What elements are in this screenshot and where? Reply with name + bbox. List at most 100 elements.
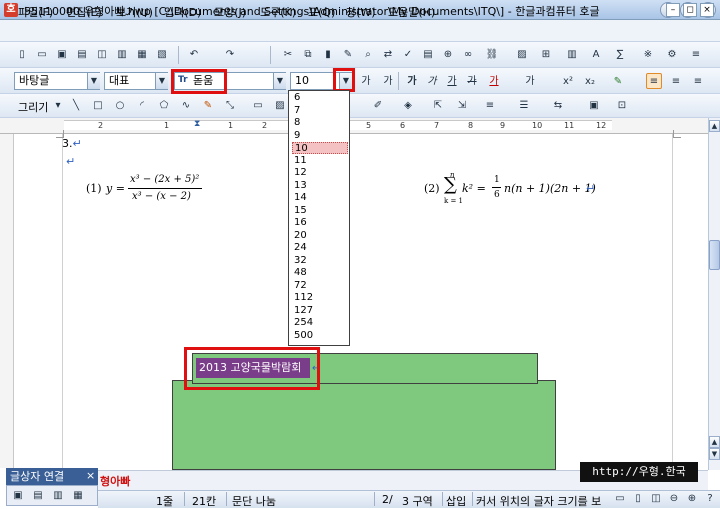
green-rectangle-shape[interactable] xyxy=(172,380,556,470)
size-option[interactable]: 72 xyxy=(292,280,348,292)
size-option[interactable]: 8 xyxy=(292,117,348,129)
view-web-icon[interactable]: ◫ xyxy=(648,491,664,507)
zoom-in-icon[interactable]: ⊕ xyxy=(684,491,700,507)
subscript-icon[interactable]: x₂ xyxy=(582,74,598,90)
size-option[interactable]: 500 xyxy=(292,330,348,342)
symbol-icon[interactable]: ※ xyxy=(640,47,656,63)
open-folder-icon[interactable]: ▭ xyxy=(34,47,50,63)
status-insert-mode[interactable]: 삽입 xyxy=(446,493,466,509)
size-option[interactable]: 13 xyxy=(292,180,348,192)
font-color-button[interactable]: 가 xyxy=(486,74,502,90)
size-option[interactable]: 6 xyxy=(292,92,348,104)
draw-dropdown-icon[interactable]: ▾ xyxy=(50,98,66,114)
size-option[interactable]: 9 xyxy=(292,130,348,142)
menu-tools[interactable]: 도구(K) xyxy=(260,4,296,20)
picture-icon[interactable]: ▨ xyxy=(514,47,530,63)
style-dropdown-arrow-icon[interactable]: ▼ xyxy=(87,73,100,89)
arc-tool-icon[interactable]: ◜ xyxy=(134,98,150,114)
next-page-icon[interactable]: ▼ xyxy=(709,448,720,460)
undo-icon[interactable]: ↶ xyxy=(186,47,202,63)
ellipse-tool-icon[interactable]: ○ xyxy=(112,98,128,114)
save-icon[interactable]: ▣ xyxy=(54,47,70,63)
pen-tool-icon[interactable]: ✎ xyxy=(200,98,216,114)
textbox-icon[interactable]: A xyxy=(588,47,604,63)
menu-table[interactable]: 표(Q) xyxy=(308,4,335,20)
doc-restore-icon[interactable]: ◻ xyxy=(683,3,697,17)
language-dropdown-arrow-icon[interactable]: ▼ xyxy=(155,73,168,89)
superscript-icon[interactable]: x² xyxy=(560,74,576,90)
grow-font-icon[interactable]: 가 xyxy=(358,74,374,90)
prev-textbox-icon[interactable]: ▦ xyxy=(70,488,86,504)
menu-edit[interactable]: 편집(E) xyxy=(66,4,102,20)
status-help-icon[interactable]: ? xyxy=(702,491,718,507)
polygon-tool-icon[interactable]: ⬠ xyxy=(156,98,172,114)
redo-icon[interactable]: ↷ xyxy=(222,47,238,63)
equation-icon[interactable]: ∑ xyxy=(612,47,628,63)
size-option[interactable]: 12 xyxy=(292,167,348,179)
menu-insert[interactable]: 입력(D) xyxy=(164,4,201,20)
link-textbox-icon[interactable]: ▣ xyxy=(10,488,26,504)
align-left-icon[interactable]: ≡ xyxy=(668,74,684,90)
line-style-icon[interactable]: ≡ xyxy=(482,98,498,114)
view-normal-icon[interactable]: ▭ xyxy=(612,491,628,507)
curve-tool-icon[interactable]: ∿ xyxy=(178,98,194,114)
unlink-textbox-icon[interactable]: ▤ xyxy=(30,488,46,504)
next-textbox-icon[interactable]: ▥ xyxy=(50,488,66,504)
scroll-thumb[interactable] xyxy=(709,240,720,270)
bring-front-icon[interactable]: ⇱ xyxy=(430,98,446,114)
print-icon[interactable]: ▤ xyxy=(74,47,90,63)
prev-page-icon[interactable]: ▲ xyxy=(709,436,720,448)
italic-button[interactable]: 가 xyxy=(424,74,440,90)
paste-icon[interactable]: ▮ xyxy=(320,47,336,63)
layout-icon[interactable]: ▦ xyxy=(134,47,150,63)
page-setup-icon[interactable]: ▥ xyxy=(114,47,130,63)
shadow-icon[interactable]: ▣ xyxy=(586,98,602,114)
scroll-up-icon[interactable]: ▲ xyxy=(709,120,720,132)
size-option[interactable]: 32 xyxy=(292,255,348,267)
menu-window[interactable]: 창(W) xyxy=(346,4,376,20)
zoom-out-icon[interactable]: ⊖ xyxy=(666,491,682,507)
replace-icon[interactable]: ⇄ xyxy=(380,47,396,63)
bold-button[interactable]: 가 xyxy=(404,74,420,90)
line-tool-icon[interactable]: ╲ xyxy=(68,98,84,114)
arrow-style-icon[interactable]: ⇆ xyxy=(550,98,566,114)
textbox-tool-icon[interactable]: ▭ xyxy=(250,98,266,114)
size-option[interactable]: 127 xyxy=(292,305,348,317)
connector-tool-icon[interactable]: ⤡ xyxy=(222,98,238,114)
size-option[interactable]: 7 xyxy=(292,105,348,117)
size-option[interactable]: 112 xyxy=(292,292,348,304)
spellcheck-icon[interactable]: ✓ xyxy=(400,47,416,63)
group-icon[interactable]: ⊡ xyxy=(614,98,630,114)
shrink-font-icon[interactable]: 가 xyxy=(380,74,396,90)
doc-close-icon[interactable]: × xyxy=(700,3,714,17)
align-justify-icon[interactable]: ≡ xyxy=(646,73,662,89)
hyperlink-icon[interactable]: ⛓ xyxy=(484,47,500,63)
menu-file[interactable]: 파일(F) xyxy=(18,4,53,20)
dictionary-icon[interactable]: ▤ xyxy=(420,47,436,63)
line-color-icon[interactable]: ✐ xyxy=(370,98,386,114)
view-page-icon[interactable]: ▯ xyxy=(630,491,646,507)
options-icon[interactable]: ⚙ xyxy=(664,47,680,63)
size-option[interactable]: 15 xyxy=(292,205,348,217)
font-dropdown-arrow-icon[interactable]: ▼ xyxy=(273,73,286,89)
copy-icon[interactable]: ⧉ xyxy=(300,47,316,63)
chart-icon[interactable]: ▥ xyxy=(564,47,580,63)
format-paint-icon[interactable]: ✎ xyxy=(340,47,356,63)
menu-view[interactable]: 보기(U) xyxy=(116,4,153,20)
underline-button[interactable]: 가 xyxy=(444,74,460,90)
help-icon[interactable]: ≡ xyxy=(688,47,704,63)
fill-color-icon[interactable]: ◈ xyxy=(400,98,416,114)
link-icon[interactable]: ∞ xyxy=(460,47,476,63)
size-option[interactable]: 14 xyxy=(292,192,348,204)
columns-icon[interactable]: ▧ xyxy=(154,47,170,63)
table-icon[interactable]: ⊞ xyxy=(538,47,554,63)
indent-marker-icon[interactable]: ⧗ xyxy=(194,119,200,129)
size-option-selected[interactable]: 10 xyxy=(292,142,348,154)
size-option[interactable]: 254 xyxy=(292,317,348,329)
menu-help[interactable]: 도움말(H) xyxy=(388,4,435,20)
image-tool-icon[interactable]: ▨ xyxy=(272,98,288,114)
find-icon[interactable]: ⌕ xyxy=(360,47,376,63)
size-option[interactable]: 20 xyxy=(292,230,348,242)
highlighter-icon[interactable]: ✎ xyxy=(610,74,626,90)
menu-format[interactable]: 모양(J) xyxy=(214,4,246,20)
